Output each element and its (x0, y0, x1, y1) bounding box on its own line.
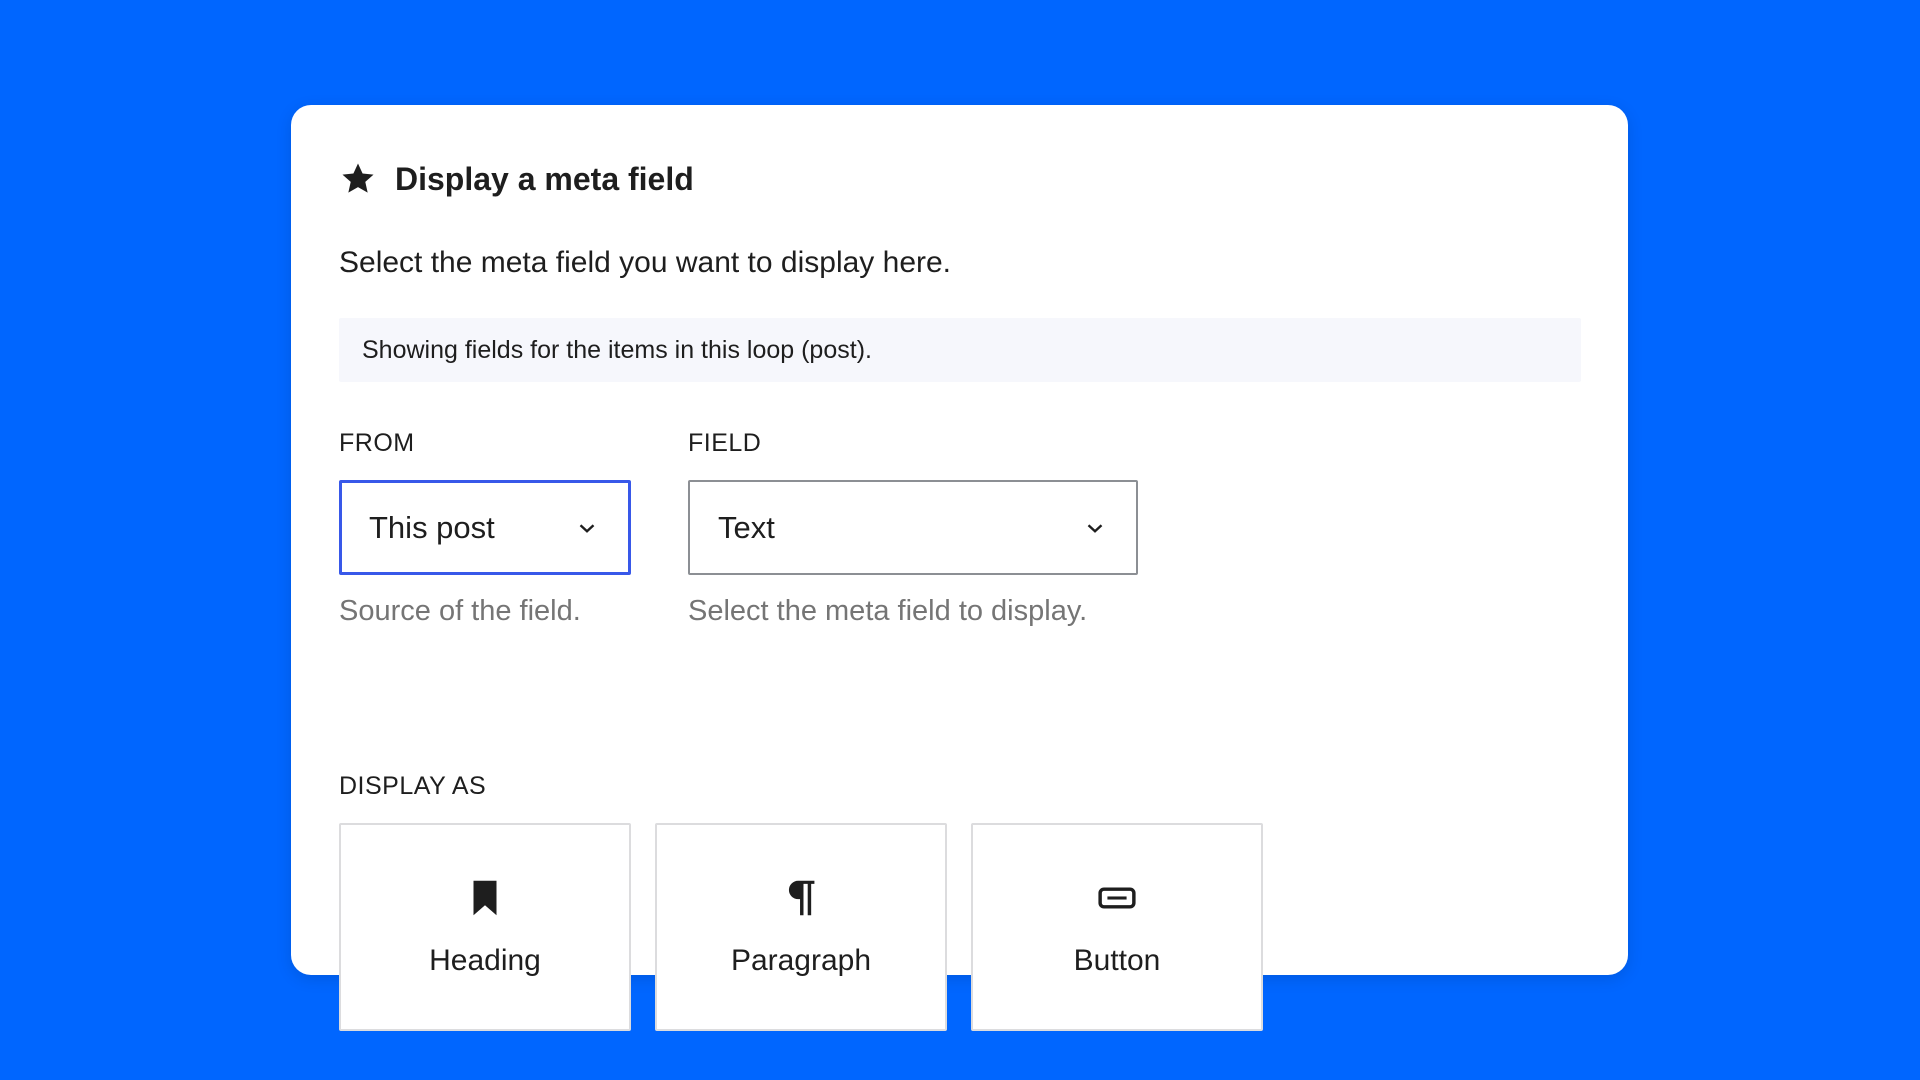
instructions-text: Select the meta field you want to displa… (339, 246, 952, 279)
field-help: Select the meta field to display. (688, 595, 1088, 627)
field-group: FIELD Text Select the meta field to disp… (688, 423, 1138, 628)
loop-notice: Showing fields for the items in this loo… (339, 318, 1581, 382)
paragraph-icon (788, 880, 815, 916)
field-select-value: Text (718, 509, 775, 545)
from-group: FROM This post Source of the field. (339, 423, 631, 628)
chevron-down-icon (1087, 523, 1103, 533)
display-as-options: Heading Paragraph Button (339, 823, 1263, 1031)
display-option-label: Button (1073, 944, 1161, 977)
display-option-heading[interactable]: Heading (339, 823, 631, 1031)
display-option-button[interactable]: Button (971, 823, 1263, 1031)
display-option-paragraph[interactable]: Paragraph (655, 823, 947, 1031)
card-title: Display a meta field (395, 161, 694, 197)
from-label: FROM (339, 429, 415, 457)
field-label: FIELD (688, 429, 762, 457)
display-option-label: Paragraph (730, 944, 872, 977)
card-header: Display a meta field (339, 157, 694, 201)
from-select-value: This post (369, 509, 495, 545)
display-as-label: DISPLAY AS (339, 772, 487, 800)
star-icon (342, 163, 374, 193)
field-select[interactable]: Text (688, 480, 1138, 575)
from-help: Source of the field. (339, 595, 581, 627)
bookmark-icon (473, 880, 497, 916)
chevron-down-icon (579, 523, 595, 533)
meta-field-card: Display a meta field Select the meta fie… (291, 105, 1628, 1031)
display-option-label: Heading (429, 944, 541, 977)
from-select[interactable]: This post (339, 480, 631, 575)
button-icon (1098, 887, 1136, 909)
